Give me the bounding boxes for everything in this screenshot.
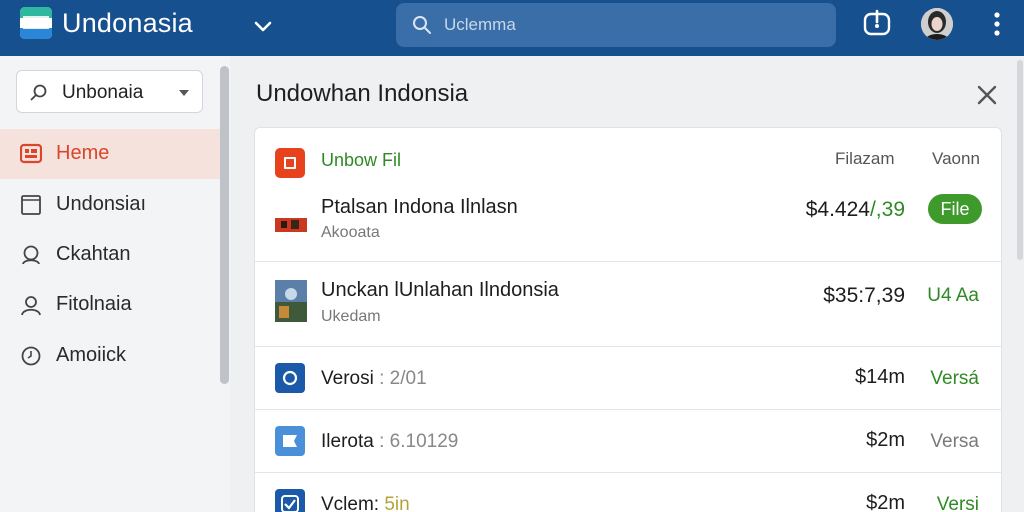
row-divider <box>255 409 1001 410</box>
clock-icon <box>21 346 41 366</box>
home-icon <box>20 143 42 164</box>
file-button[interactable]: File <box>928 194 982 224</box>
search-input[interactable] <box>444 13 804 37</box>
item-title[interactable]: Unckan lUnlahan Ilndonsia <box>321 279 559 302</box>
row-divider <box>255 261 1001 262</box>
file-icon <box>275 148 305 178</box>
item-thumbnail <box>275 280 307 322</box>
item-subtitle: Akooata <box>321 224 380 241</box>
sidebar-item-fitolnaia[interactable]: Fitolnaia <box>0 280 220 330</box>
panel-title: Undowhan Indonsia <box>256 80 469 107</box>
kebab-icon[interactable] <box>986 10 1008 38</box>
main-scrollbar[interactable] <box>1017 60 1023 260</box>
caret-down-icon <box>179 90 189 96</box>
search-icon <box>30 84 47 101</box>
list-item-amount: $2m <box>866 429 905 451</box>
sidebar-item-ckahtan[interactable]: Ckahtan <box>0 230 220 280</box>
flag-icon <box>275 426 305 456</box>
circle-icon <box>275 363 305 393</box>
chat-icon <box>22 245 40 265</box>
square-icon <box>21 195 41 215</box>
search-bar[interactable] <box>396 3 836 47</box>
item-price: $35:7,39 <box>823 284 905 307</box>
sidebar-item-undonsia[interactable]: Undonsiaı <box>0 180 220 230</box>
power-icon[interactable] <box>862 9 892 39</box>
sidebar-item-amoiick[interactable]: Amoiick <box>0 331 220 381</box>
item-thumbnail <box>275 204 307 246</box>
sidebar-item-label: Amoiick <box>56 344 127 366</box>
sidebar-item-label: Fitolnaia <box>56 293 132 315</box>
sidebar-item-label: Undonsiaı <box>56 193 147 215</box>
list-item-status[interactable]: Versa <box>930 431 979 453</box>
person-icon <box>21 296 41 316</box>
row-divider <box>255 472 1001 473</box>
item-subtitle: Ukedam <box>321 308 381 325</box>
list-item-amount: $2m <box>866 492 905 512</box>
workspace-select[interactable]: Unbonaia <box>16 70 203 113</box>
column-header: Vaonn <box>932 149 980 168</box>
chevron-down-icon[interactable] <box>250 14 276 40</box>
list-item-label[interactable]: Vclem: 5in <box>321 494 410 512</box>
list-item-amount: $14m <box>854 366 905 388</box>
search-icon <box>413 16 431 34</box>
item-card: Unbow Fil Filazam Vaonn Ptalsan Indona I… <box>254 127 1002 512</box>
workspace-label: Unbonaia <box>62 82 144 103</box>
item-status[interactable]: U4 Aa <box>927 285 979 307</box>
item-title[interactable]: Ptalsan Indona Ilnlasn <box>321 196 518 219</box>
sidebar-item-label: Heme <box>56 142 110 164</box>
card-header-title: Unbow Fil <box>321 150 402 170</box>
app-title: Undonasia <box>62 8 193 38</box>
list-item-label[interactable]: Verosi : 2/01 <box>321 368 427 390</box>
sidebar-scrollbar[interactable] <box>220 66 229 384</box>
close-icon[interactable] <box>974 82 1000 108</box>
list-item-status[interactable]: Versá <box>930 368 979 390</box>
list-item-label[interactable]: Ilerota : 6.10129 <box>321 431 458 453</box>
sidebar: Unbonaia Heme Undonsiaı Ckahtan Fitolnai… <box>0 56 230 512</box>
check-icon <box>275 489 305 512</box>
item-price: $4.424/,39 <box>805 198 905 221</box>
top-bar: Undonasia <box>0 0 1024 56</box>
column-header: Filazam <box>835 149 895 168</box>
sidebar-item-home[interactable]: Heme <box>0 129 220 179</box>
user-avatar[interactable] <box>921 8 953 40</box>
row-divider <box>255 346 1001 347</box>
list-item-status[interactable]: Versi <box>937 494 979 512</box>
sidebar-item-label: Ckahtan <box>56 243 131 265</box>
layers-logo-icon <box>20 7 52 39</box>
